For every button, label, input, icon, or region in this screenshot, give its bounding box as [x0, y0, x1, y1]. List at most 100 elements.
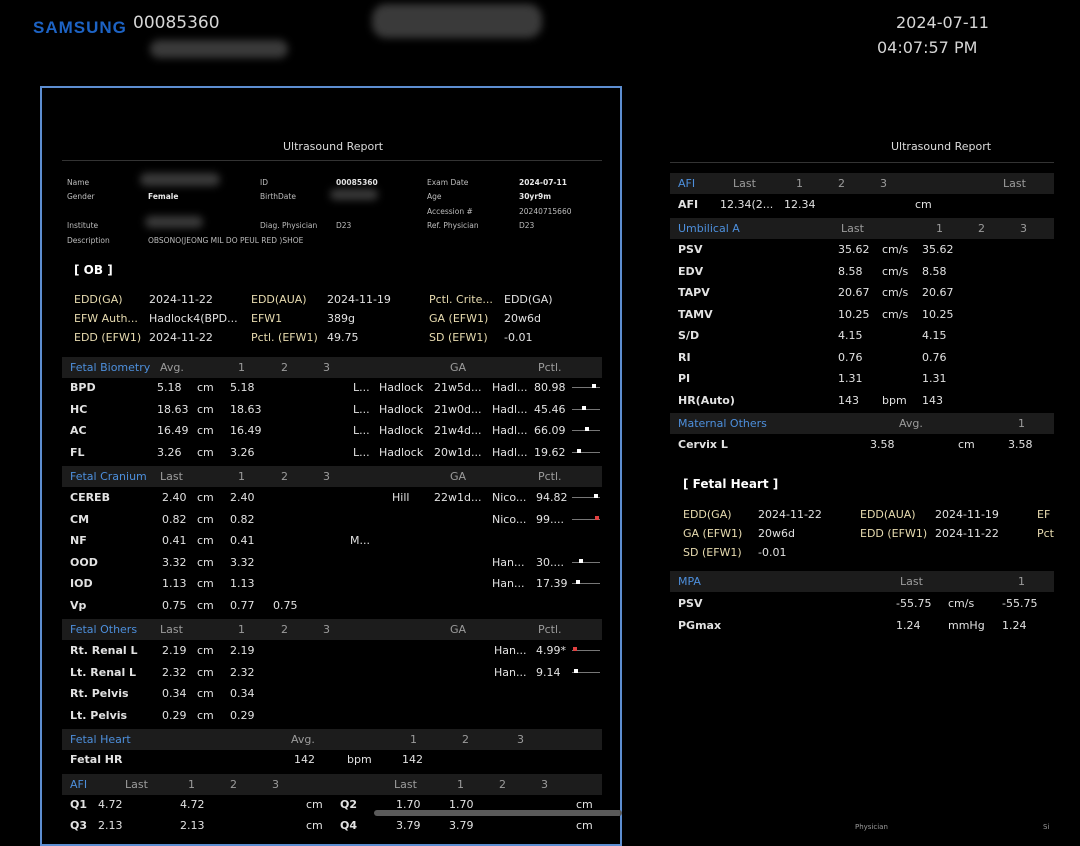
- section-header-afi-right: AFI Last 1 2 3 Last: [670, 173, 1054, 194]
- table-cell: 21w5d...: [434, 381, 482, 394]
- percentile-gauge: [572, 580, 600, 586]
- table-cell: GA (EFW1): [683, 527, 743, 540]
- table-cell: cm/s: [882, 264, 909, 278]
- percentile-gauge: [572, 668, 600, 675]
- ob-label: EFW1: [251, 312, 283, 325]
- table-cell: L...: [353, 445, 370, 459]
- row-label: Rt. Pelvis: [70, 687, 129, 700]
- table-cell: 18.63: [157, 402, 189, 416]
- row-label: NF: [70, 534, 87, 547]
- table-cell: 1.24: [1002, 618, 1027, 632]
- table-cell: L...: [353, 402, 370, 416]
- table-cell: 0.76: [838, 350, 863, 364]
- table-cell: 0.76: [922, 350, 947, 364]
- table-cell: cm: [306, 819, 323, 832]
- row-label: Lt. Pelvis: [70, 708, 128, 722]
- ob-value: -0.01: [504, 331, 533, 344]
- table-cell: 2.13: [180, 819, 205, 832]
- section-header-fetal-heart: Fetal Heart Avg. 1 2 3: [62, 729, 602, 750]
- table-cell: 20w1d...: [434, 445, 482, 459]
- table-cell: 1.13: [230, 577, 255, 590]
- table-cell: 0.75: [273, 598, 298, 612]
- table-cell: 5.18: [157, 381, 182, 394]
- row-label: PGmax: [678, 618, 722, 632]
- table-cell: 0.82: [162, 512, 187, 526]
- fetal-heart-title: [ Fetal Heart ]: [683, 477, 779, 491]
- table-cell: 4.99*: [536, 644, 566, 657]
- table-cell: 17.39: [536, 577, 568, 590]
- row-label: PSV: [678, 243, 703, 256]
- table-cell: 0.29: [230, 708, 255, 722]
- table-cell: Hadl...: [492, 381, 528, 394]
- table-cell: 1.31: [838, 372, 863, 385]
- row-label: AC: [70, 424, 87, 437]
- table-cell: 2.32: [230, 665, 255, 679]
- table-cell: SD (EFW1): [683, 546, 742, 559]
- table-cell: Hadl...: [492, 445, 528, 459]
- table-cell: 21w0d...: [434, 402, 482, 416]
- table-cell: 1.31: [922, 372, 947, 385]
- table-cell: Han...: [494, 665, 527, 679]
- table-cell: 8.58: [838, 264, 863, 278]
- table-cell: 0.77: [230, 598, 255, 612]
- ob-value: EDD(GA): [504, 293, 553, 306]
- table-cell: 3.79: [449, 819, 474, 832]
- table-cell: 66.09: [534, 424, 566, 437]
- table-cell: cm: [197, 687, 214, 700]
- table-cell: cm: [197, 534, 214, 547]
- row-label: EDV: [678, 264, 704, 278]
- table-cell: 1.13: [162, 577, 187, 590]
- table-cell: Han...: [494, 644, 527, 657]
- table-cell: 22w1d...: [434, 491, 482, 504]
- table-cell: 3.26: [230, 445, 255, 459]
- ob-value: 20w6d: [504, 312, 541, 325]
- row-label: RI: [678, 350, 691, 364]
- table-cell: bpm: [882, 393, 907, 407]
- table-cell: 9.14: [536, 665, 561, 679]
- brand-logo: SAMSUNG: [33, 18, 127, 37]
- table-cell: Hadlock: [379, 424, 424, 437]
- ob-value: 49.75: [327, 331, 359, 344]
- table-cell: cm: [197, 644, 214, 657]
- table-cell: -55.75: [896, 597, 932, 610]
- table-cell: 143: [838, 393, 859, 407]
- table-cell: cm: [197, 491, 214, 504]
- table-cell: cm/s: [948, 597, 975, 610]
- table-cell: 4.15: [838, 329, 863, 342]
- horizontal-scrollbar[interactable]: [374, 810, 622, 816]
- ob-label: EFW Auth...: [74, 312, 138, 325]
- header-time: 04:07:57 PM: [877, 38, 978, 57]
- table-cell: 30....: [536, 555, 564, 569]
- table-cell: cm: [197, 424, 214, 437]
- table-cell: 20w6d: [758, 527, 795, 540]
- section-header-fetal-cranium: Fetal Cranium Last 1 2 3 GA Pctl.: [62, 466, 602, 487]
- table-cell: 2.40: [162, 491, 187, 504]
- table-cell: cm: [197, 708, 214, 722]
- table-cell: cm/s: [882, 286, 909, 299]
- table-cell: cm: [197, 402, 214, 416]
- table-cell: 2.32: [162, 665, 187, 679]
- table-cell: 2.19: [162, 644, 187, 657]
- ob-label: GA (EFW1): [429, 312, 489, 325]
- row-label: OOD: [70, 555, 98, 569]
- section-header-fetal-others: Fetal Others Last 1 2 3 GA Pctl.: [62, 619, 602, 640]
- redaction-blur: [150, 40, 288, 58]
- table-cell: Hadlock: [379, 402, 424, 416]
- report-title: Ultrasound Report: [283, 140, 384, 153]
- table-cell: 2.13: [98, 819, 123, 832]
- table-cell: Hadl...: [492, 402, 528, 416]
- ob-label: Pctl. (EFW1): [251, 331, 318, 344]
- row-label: BPD: [70, 381, 96, 394]
- table-cell: 4.72: [98, 798, 123, 811]
- row-label: S/D: [678, 329, 700, 342]
- row-label: HR(Auto): [678, 393, 735, 407]
- table-cell: 0.41: [162, 534, 187, 547]
- table-cell: cm: [197, 665, 214, 679]
- table-cell: cm: [197, 555, 214, 569]
- row-label: FL: [70, 445, 85, 459]
- table-cell: EDD(GA): [683, 508, 732, 521]
- section-header-mpa: MPA Last 1: [670, 571, 1054, 592]
- row-label: Lt. Renal L: [70, 665, 137, 679]
- table-cell: 10.25: [838, 307, 870, 321]
- row-label: Vp: [70, 598, 87, 612]
